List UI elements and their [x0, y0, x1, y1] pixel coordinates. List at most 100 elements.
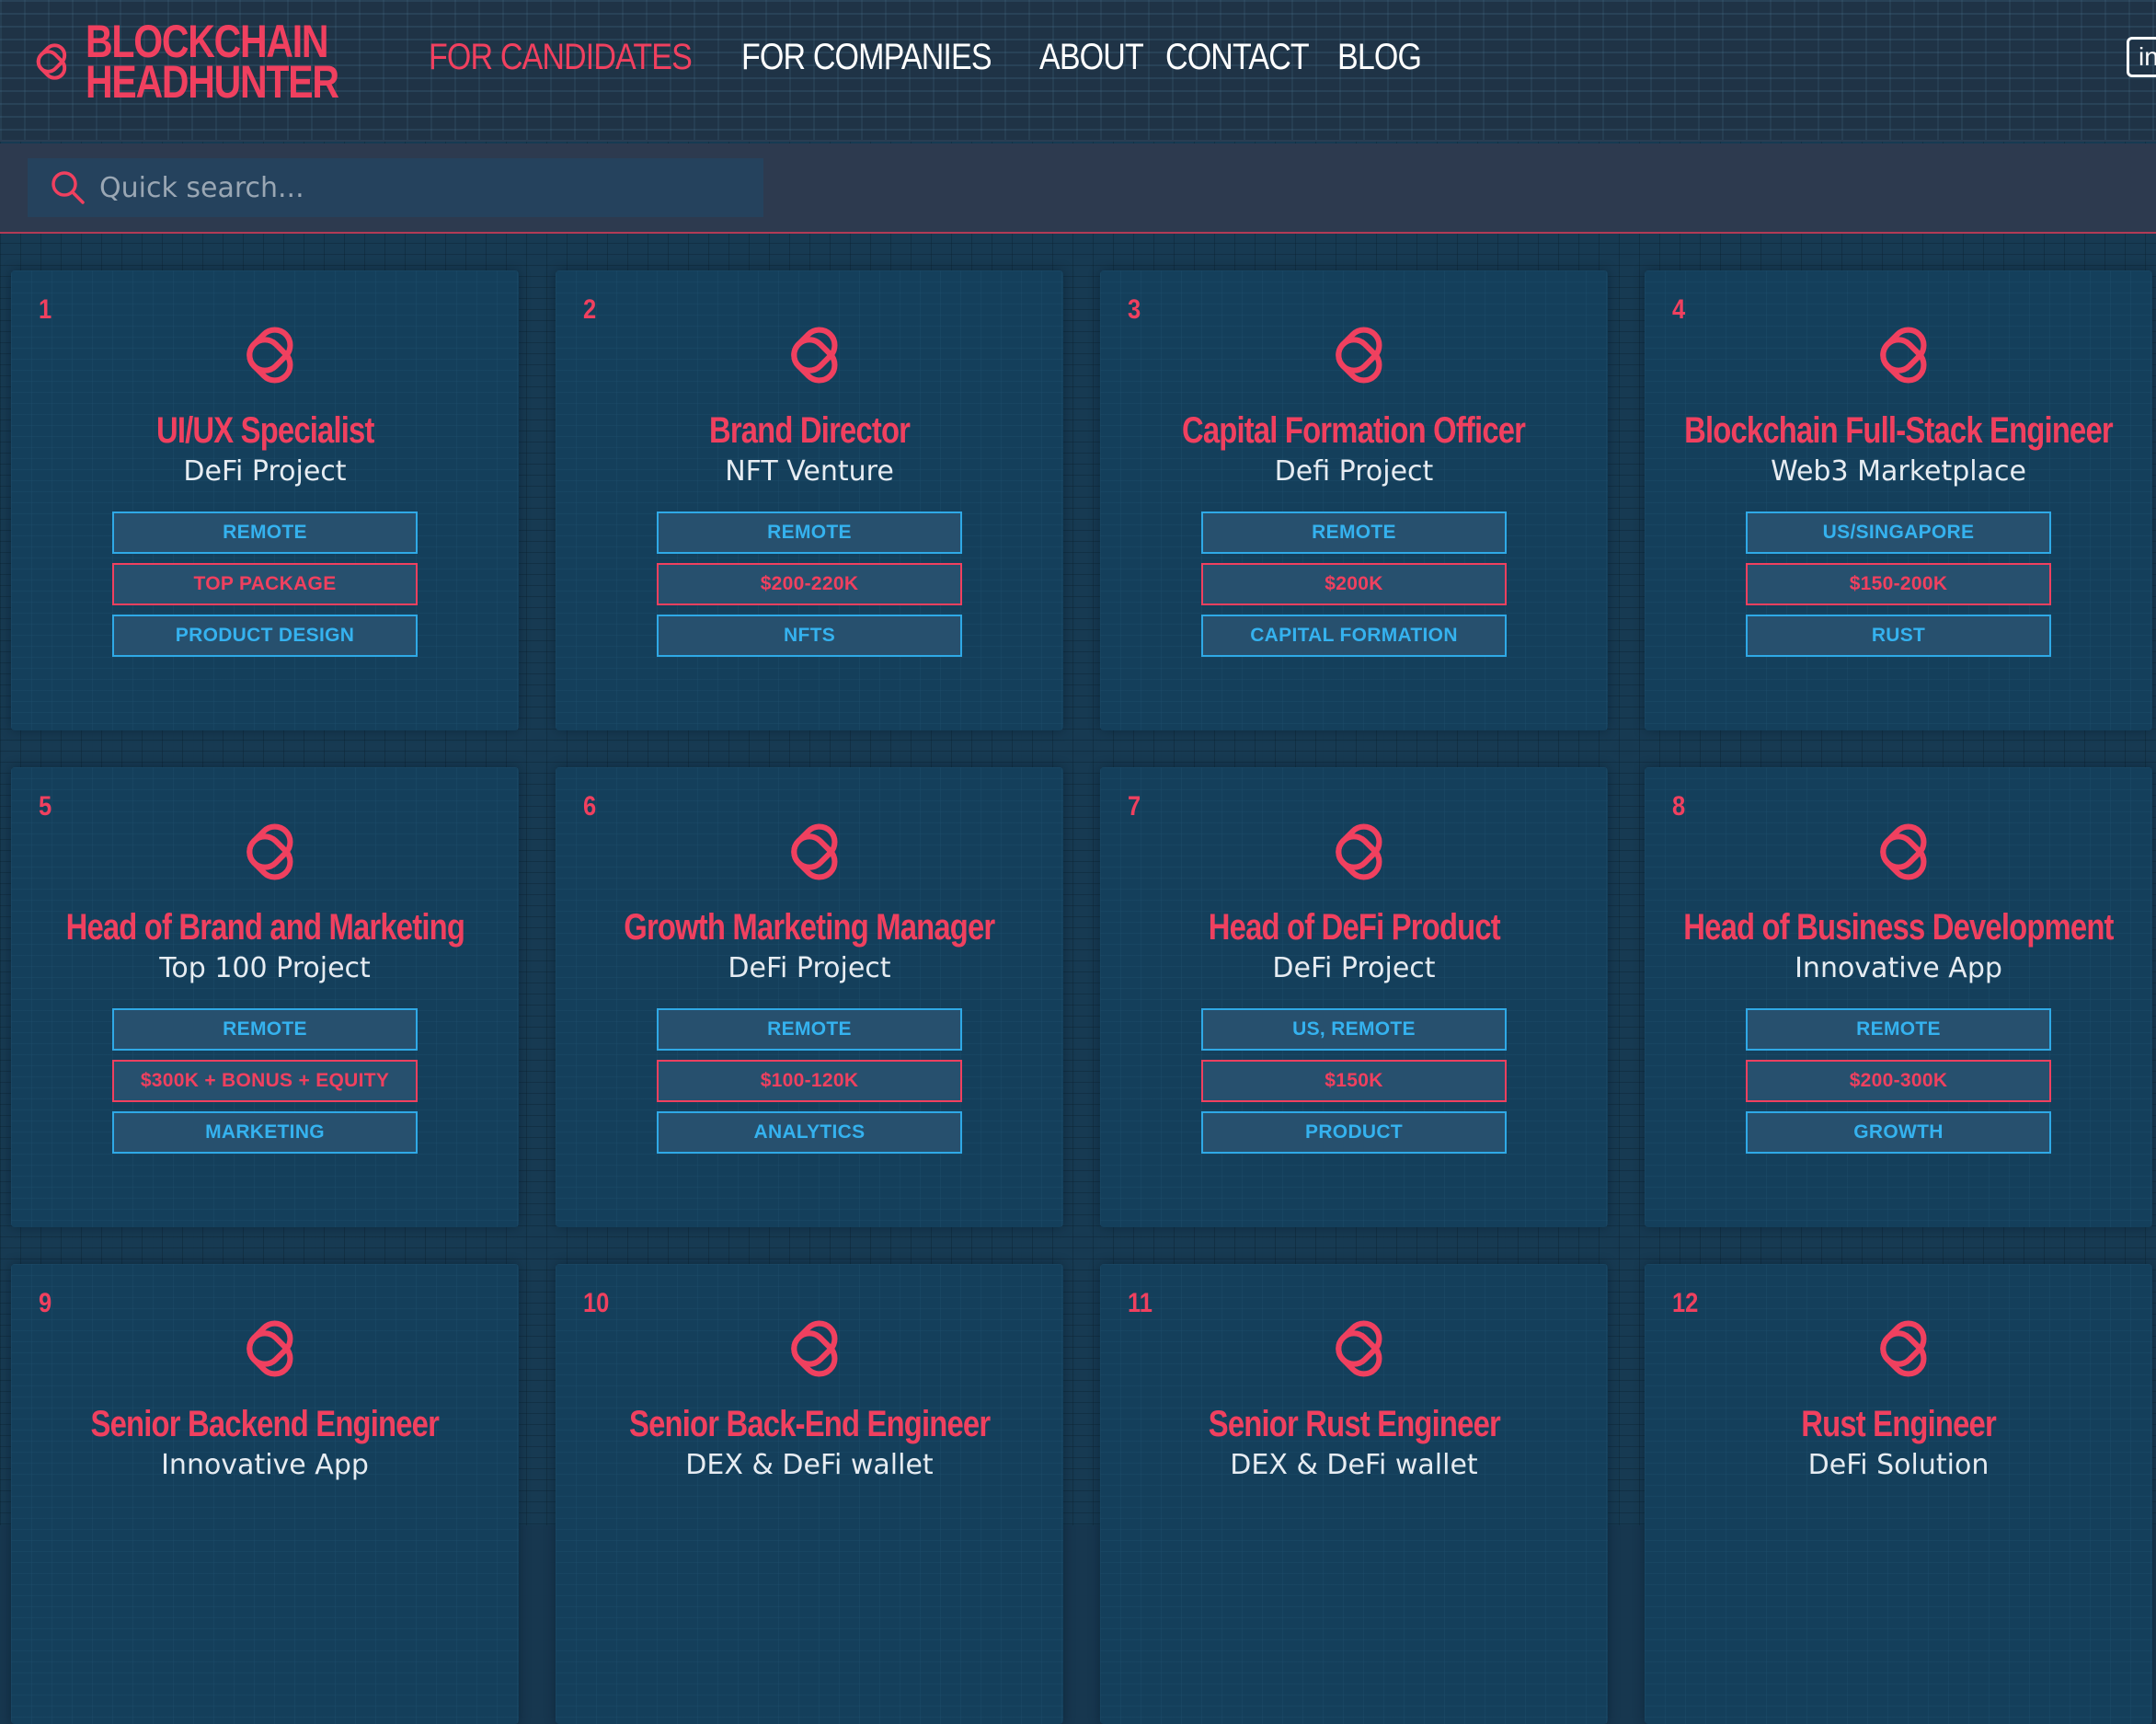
job-card[interactable]: 12 Rust Engineer DeFi Solution: [1645, 1264, 2152, 1724]
job-number: 7: [1128, 791, 1141, 822]
job-title[interactable]: Brand Director: [709, 410, 911, 452]
brand-line-2: HEADHUNTER: [86, 56, 339, 108]
job-tag: $100-120K: [657, 1060, 962, 1102]
job-title[interactable]: Capital Formation Officer: [1182, 410, 1526, 452]
job-card[interactable]: 8 Head of Business Development Innovativ…: [1645, 767, 2152, 1227]
job-tag: $300K + BONUS + EQUITY: [112, 1060, 418, 1102]
job-number: 4: [1672, 294, 1686, 325]
blockchain-logo-icon: [247, 1320, 293, 1377]
blockchain-logo-icon: [1880, 327, 1927, 384]
job-card[interactable]: 11 Senior Rust Engineer DEX & DeFi walle…: [1100, 1264, 1608, 1724]
blockchain-logo-icon: [1880, 1320, 1927, 1377]
job-card[interactable]: 1 UI/UX Specialist DeFi Project REMOTE TO…: [11, 270, 519, 730]
job-number: 1: [39, 294, 52, 325]
site-header: BLOCKCHAIN HEADHUNTER FOR CANDIDATES FOR…: [0, 0, 2156, 142]
search-box[interactable]: [28, 158, 763, 217]
job-number: 10: [583, 1288, 610, 1318]
job-tag: REMOTE: [657, 511, 962, 554]
job-company: Web3 Marketplace: [1771, 455, 2026, 488]
job-card[interactable]: 7 Head of DeFi Product DeFi Project US, …: [1100, 767, 1608, 1227]
blockchain-logo-icon: [791, 1320, 838, 1377]
job-company: Top 100 Project: [159, 952, 371, 984]
nav-for-candidates[interactable]: FOR CANDIDATES: [429, 37, 693, 78]
job-tag: REMOTE: [1201, 511, 1507, 554]
job-tag: REMOTE: [112, 1008, 418, 1051]
blockchain-logo-icon: [1336, 327, 1382, 384]
job-number: 11: [1128, 1288, 1153, 1318]
blockchain-logo-icon: [1336, 823, 1382, 880]
job-title[interactable]: Blockchain Full-Stack Engineer: [1684, 410, 2114, 452]
job-company: Innovative App: [161, 1449, 369, 1481]
brand-logo[interactable]: BLOCKCHAIN HEADHUNTER: [26, 18, 394, 108]
job-title[interactable]: Senior Backend Engineer: [91, 1404, 440, 1445]
job-card[interactable]: 3 Capital Formation Officer Defi Project…: [1100, 270, 1608, 730]
job-tag: $150-200K: [1746, 563, 2051, 605]
job-tags: US, REMOTE $150K PRODUCT: [1201, 1008, 1507, 1154]
job-company: DeFi Project: [728, 952, 891, 984]
job-company: DeFi Project: [1272, 952, 1436, 984]
job-tags: US/SINGAPORE $150-200K RUST: [1746, 511, 2051, 657]
job-card[interactable]: 2 Brand Director NFT Venture REMOTE $200-…: [556, 270, 1063, 730]
job-tags: REMOTE TOP PACKAGE PRODUCT DESIGN: [112, 511, 418, 657]
nav-contact[interactable]: CONTACT: [1165, 37, 1310, 78]
nav-for-companies[interactable]: FOR COMPANIES: [741, 37, 992, 78]
job-title[interactable]: Head of Business Development: [1683, 907, 2114, 948]
job-tags: REMOTE $200K CAPITAL FORMATION: [1201, 511, 1507, 657]
job-tag: $150K: [1201, 1060, 1507, 1102]
job-tag: REMOTE: [657, 1008, 962, 1051]
blockchain-logo-icon: [791, 823, 838, 880]
blockchain-logo-icon: [247, 327, 293, 384]
blockchain-logo-icon: [36, 43, 67, 80]
job-card[interactable]: 10 Senior Back-End Engineer DEX & DeFi w…: [556, 1264, 1063, 1724]
job-card[interactable]: 5 Head of Brand and Marketing Top 100 Pr…: [11, 767, 519, 1227]
search-input[interactable]: [99, 158, 763, 217]
job-title[interactable]: UI/UX Specialist: [156, 410, 374, 452]
job-tag: $200K: [1201, 563, 1507, 605]
job-number: 9: [39, 1288, 52, 1318]
job-tag: RUST: [1746, 615, 2051, 657]
job-company: Defi Project: [1274, 455, 1434, 488]
job-title[interactable]: Head of Brand and Marketing: [65, 907, 464, 948]
job-tag: TOP PACKAGE: [112, 563, 418, 605]
job-title[interactable]: Rust Engineer: [1801, 1404, 1997, 1445]
job-tag: MARKETING: [112, 1111, 418, 1154]
job-tag: PRODUCT: [1201, 1111, 1507, 1154]
job-card[interactable]: 9 Senior Backend Engineer Innovative App: [11, 1264, 519, 1724]
job-company: DeFi Solution: [1807, 1449, 1990, 1481]
nav-about[interactable]: ABOUT: [1039, 37, 1144, 78]
job-tags: REMOTE $100-120K ANALYTICS: [657, 1008, 962, 1154]
search-icon: [52, 171, 85, 204]
job-company: NFT Venture: [725, 455, 894, 488]
job-number: 12: [1672, 1288, 1699, 1318]
nav-blog[interactable]: BLOG: [1337, 37, 1422, 78]
blockchain-logo-icon: [247, 823, 293, 880]
job-tag: ANALYTICS: [657, 1111, 962, 1154]
job-number: 5: [39, 791, 52, 822]
job-number: 3: [1128, 294, 1141, 325]
search-bar: [0, 144, 2156, 234]
blockchain-logo-icon: [1336, 1320, 1382, 1377]
job-tag: CAPITAL FORMATION: [1201, 615, 1507, 657]
blockchain-logo-icon: [791, 327, 838, 384]
job-card[interactable]: 4 Blockchain Full-Stack Engineer Web3 Ma…: [1645, 270, 2152, 730]
job-title[interactable]: Head of DeFi Product: [1208, 907, 1500, 948]
job-tag: PRODUCT DESIGN: [112, 615, 418, 657]
job-company: DeFi Project: [183, 455, 347, 488]
job-title[interactable]: Growth Marketing Manager: [624, 907, 995, 948]
main-nav: FOR CANDIDATES FOR COMPANIES ABOUT CONTA…: [429, 33, 1422, 81]
job-company: DEX & DeFi wallet: [1230, 1449, 1478, 1481]
job-card[interactable]: 6 Growth Marketing Manager DeFi Project …: [556, 767, 1063, 1227]
linkedin-icon[interactable]: in: [2127, 37, 2156, 77]
brand-name: BLOCKCHAIN HEADHUNTER: [86, 18, 339, 108]
job-number: 8: [1672, 791, 1686, 822]
job-tags: REMOTE $200-220K NFTS: [657, 511, 962, 657]
job-tag: US, REMOTE: [1201, 1008, 1507, 1051]
job-title[interactable]: Senior Rust Engineer: [1208, 1404, 1500, 1445]
job-tag: US/SINGAPORE: [1746, 511, 2051, 554]
job-tag: NFTS: [657, 615, 962, 657]
job-tag: GROWTH: [1746, 1111, 2051, 1154]
job-tag: $200-220K: [657, 563, 962, 605]
job-number: 6: [583, 791, 597, 822]
blockchain-logo-icon: [1880, 823, 1927, 880]
job-title[interactable]: Senior Back-End Engineer: [629, 1404, 991, 1445]
